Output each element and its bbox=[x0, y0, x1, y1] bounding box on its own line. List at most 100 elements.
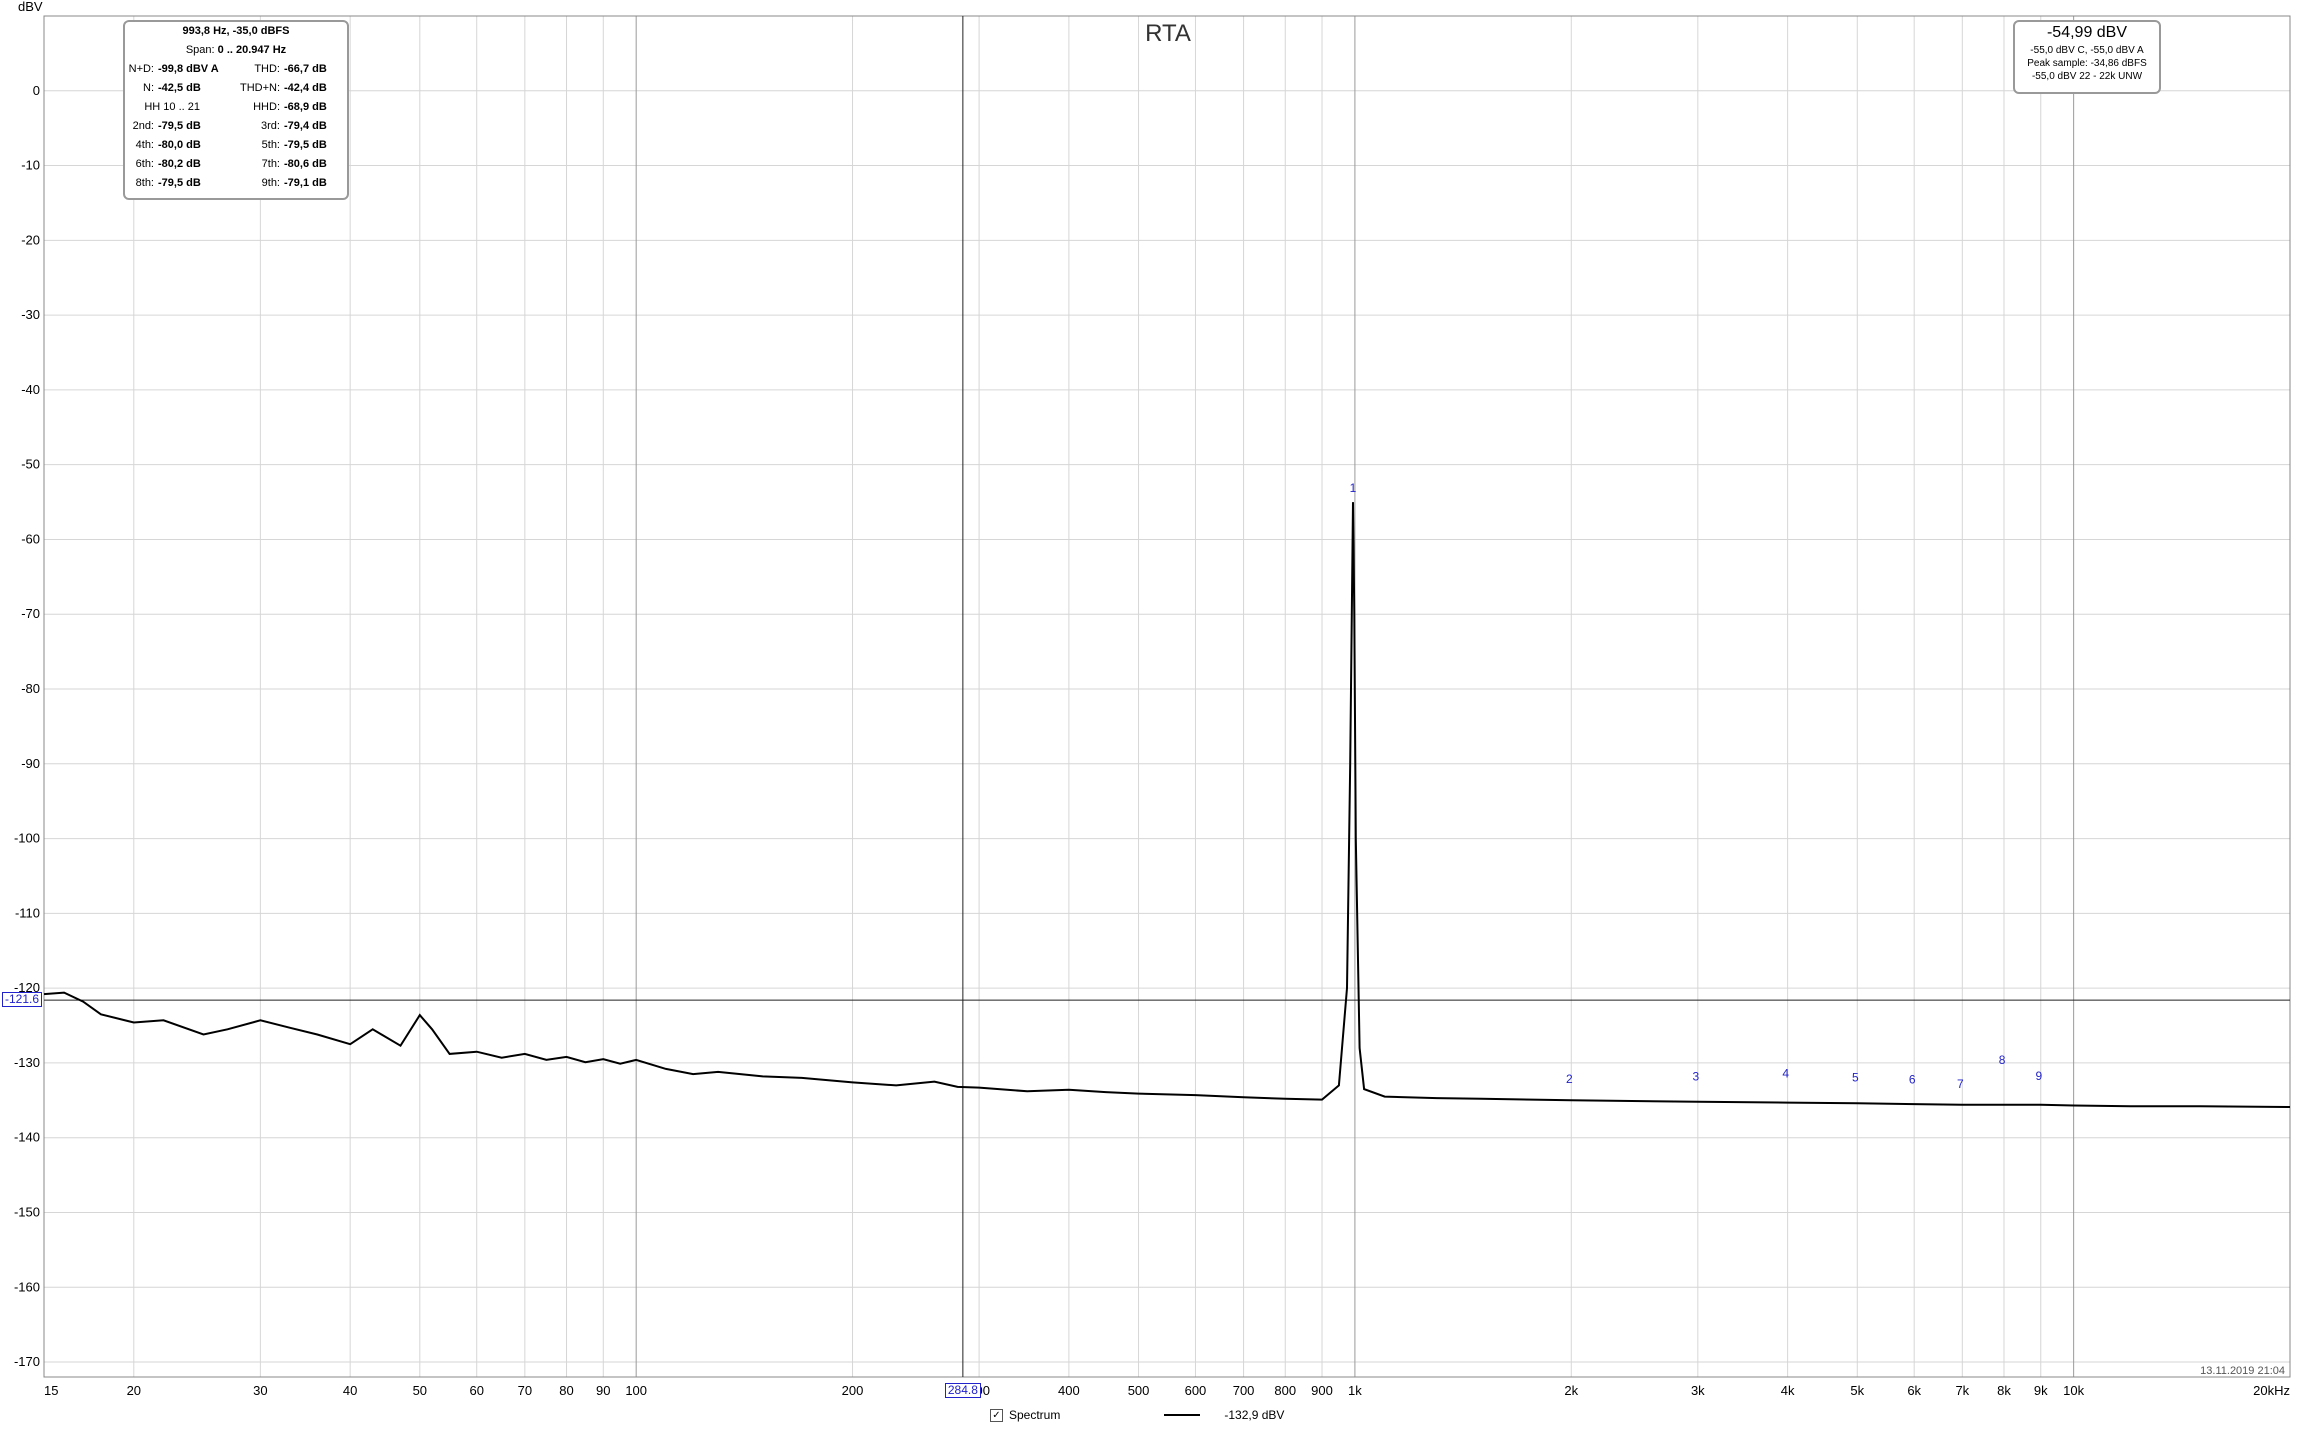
x-tick-label: 20kHz bbox=[2253, 1383, 2290, 1398]
y-tick-label: -100 bbox=[14, 831, 40, 846]
harmonics-value: -79,1 dB bbox=[284, 177, 327, 189]
y-tick-label: -20 bbox=[21, 232, 40, 247]
harmonics-col-right: THD: -66,7 dB bbox=[235, 60, 327, 79]
x-tick-label: 500 bbox=[1128, 1383, 1150, 1398]
harmonics-label: 9th: bbox=[261, 177, 280, 189]
harmonics-row: HH 10 .. 21 HHD: -68,9 dB bbox=[125, 98, 347, 117]
harmonics-col-left: N: -42,5 dB bbox=[125, 79, 235, 98]
chart-title: RTA bbox=[1145, 20, 1191, 47]
x-tick-label: 600 bbox=[1185, 1383, 1207, 1398]
x-tick-label: 20 bbox=[127, 1383, 141, 1398]
x-tick-label: 800 bbox=[1274, 1383, 1296, 1398]
y-tick-label: -50 bbox=[21, 457, 40, 472]
y-tick-label: -30 bbox=[21, 307, 40, 322]
harmonics-label: 8th: bbox=[135, 177, 154, 189]
harmonics-label: HHD: bbox=[253, 101, 280, 113]
y-tick-label: -90 bbox=[21, 756, 40, 771]
harmonics-row: N: -42,5 dB THD+N: -42,4 dB bbox=[125, 79, 347, 98]
y-tick-label: -160 bbox=[14, 1279, 40, 1294]
cursor-x-readout[interactable]: 284.8 bbox=[944, 1383, 981, 1398]
harmonics-row: 2nd: -79,5 dB 3rd: -79,4 dB bbox=[125, 117, 347, 136]
harmonics-value: -79,5 dB bbox=[284, 139, 327, 151]
harmonics-value: -79,5 dB bbox=[158, 177, 201, 189]
x-tick-label: 15 bbox=[44, 1383, 58, 1398]
span-label: Span: bbox=[185, 44, 215, 56]
y-tick-label: -40 bbox=[21, 382, 40, 397]
harmonics-value: -80,6 dB bbox=[284, 158, 327, 170]
x-tick-label: 1k bbox=[1348, 1383, 1362, 1398]
plot-frame bbox=[43, 15, 2291, 1378]
harmonic-marker-label: 1 bbox=[1350, 481, 1357, 495]
cursor-y-readout[interactable]: -121.6 bbox=[2, 992, 43, 1008]
harmonics-label: 7th: bbox=[261, 158, 280, 170]
x-tick-label: 400 bbox=[1058, 1383, 1080, 1398]
harmonic-marker-label: 8 bbox=[1999, 1053, 2006, 1067]
harmonics-label: N+D: bbox=[128, 63, 154, 75]
level-line-1: -55,0 dBV C, -55,0 dBV A bbox=[2030, 45, 2144, 56]
harmonics-value: -68,9 dB bbox=[284, 101, 327, 113]
harmonics-label: N: bbox=[143, 82, 154, 94]
x-tick-label: 60 bbox=[469, 1383, 483, 1398]
y-tick-label: -10 bbox=[21, 158, 40, 173]
y-tick-label: -80 bbox=[21, 681, 40, 696]
x-tick-label: 80 bbox=[559, 1383, 573, 1398]
x-tick-label: 100 bbox=[625, 1383, 647, 1398]
harmonics-row: 8th: -79,5 dB 9th: -79,1 dB bbox=[125, 174, 347, 193]
harmonics-box[interactable]: 993,8 Hz, -35,0 dBFS Span: 0 .. 20.947 H… bbox=[123, 20, 349, 200]
harmonics-rows: N+D: -99,8 dBV A THD: -66,7 dB N: -42,5 dB THD… bbox=[125, 60, 347, 193]
y-tick-label: -130 bbox=[14, 1055, 40, 1070]
y-tick-label: -140 bbox=[14, 1130, 40, 1145]
harmonics-col-right: THD+N: -42,4 dB bbox=[235, 79, 327, 98]
x-tick-label: 700 bbox=[1233, 1383, 1255, 1398]
x-tick-label: 30 bbox=[253, 1383, 267, 1398]
spectrum-checkbox[interactable]: ✓ bbox=[990, 1408, 1003, 1422]
span-row: Span: 0 .. 20.947 Hz bbox=[125, 41, 347, 60]
harmonics-value: -42,4 dB bbox=[284, 82, 327, 94]
span-value: 0 .. 20.947 Hz bbox=[217, 44, 287, 56]
harmonics-value: -80,2 dB bbox=[158, 158, 201, 170]
harmonics-label: THD: bbox=[254, 63, 280, 75]
y-tick-label: -110 bbox=[15, 905, 40, 920]
legend-series-label: Spectrum bbox=[1009, 1408, 1061, 1422]
legend-value-label: -132,9 dBV bbox=[1224, 1408, 1285, 1422]
harmonic-marker-label: 2 bbox=[1566, 1072, 1573, 1086]
harmonics-col-left: HH 10 .. 21 bbox=[125, 98, 235, 117]
x-tick-label: 7k bbox=[1955, 1383, 1969, 1398]
cursor-crosshair[interactable] bbox=[44, 16, 2290, 1377]
harmonics-col-left: 6th: -80,2 dB bbox=[125, 155, 235, 174]
harmonic-marker-label: 4 bbox=[1782, 1067, 1789, 1081]
harmonics-value: -80,0 dB bbox=[158, 139, 201, 151]
axes bbox=[43, 15, 2291, 1378]
level-main: -54,99 dBV bbox=[2046, 24, 2128, 41]
y-axis-label: dBV bbox=[18, 0, 43, 14]
x-tick-label: 50 bbox=[413, 1383, 427, 1398]
harmonic-markers: 1 2 3 4 5 6 7 8 9 bbox=[1350, 481, 2043, 1091]
tick-labels: 0-10-20-30-40-50-60-70-80-90-100-110-120… bbox=[14, 83, 2290, 1398]
harmonic-marker-label: 9 bbox=[2035, 1069, 2042, 1083]
series-layer bbox=[43, 502, 2291, 1108]
harmonics-label: 3rd: bbox=[261, 120, 280, 132]
grid bbox=[43, 16, 2291, 1377]
y-tick-label: -60 bbox=[21, 531, 40, 546]
harmonics-label: HH 10 .. 21 bbox=[144, 101, 200, 113]
harmonic-marker-label: 7 bbox=[1957, 1077, 1964, 1091]
harmonics-value: -42,5 dB bbox=[158, 82, 201, 94]
harmonic-marker-label: 5 bbox=[1852, 1070, 1859, 1084]
harmonics-value: -66,7 dB bbox=[284, 63, 327, 75]
x-tick-label: 9k bbox=[2034, 1383, 2048, 1398]
x-tick-label: 4k bbox=[1781, 1383, 1795, 1398]
level-box[interactable]: -54,99 dBV -55,0 dBV C, -55,0 dBV A Peak… bbox=[2013, 20, 2161, 94]
x-tick-label: 2k bbox=[1564, 1383, 1578, 1398]
harmonics-col-right: 5th: -79,5 dB bbox=[235, 136, 327, 155]
x-tick-label: 6k bbox=[1907, 1383, 1921, 1398]
harmonic-marker-label: 3 bbox=[1693, 1070, 1700, 1084]
harmonics-row: 4th: -80,0 dB 5th: -79,5 dB bbox=[125, 136, 347, 155]
harmonics-label: 5th: bbox=[261, 139, 280, 151]
harmonics-col-left: 2nd: -79,5 dB bbox=[125, 117, 235, 136]
harmonics-col-left: 4th: -80,0 dB bbox=[125, 136, 235, 155]
level-line-3: -55,0 dBV 22 - 22k UNW bbox=[2031, 71, 2143, 82]
legend-line-swatch bbox=[1164, 1414, 1201, 1416]
harmonics-label: THD+N: bbox=[239, 82, 280, 94]
y-tick-label: -170 bbox=[14, 1354, 40, 1369]
harmonics-row: 6th: -80,2 dB 7th: -80,6 dB bbox=[125, 155, 347, 174]
